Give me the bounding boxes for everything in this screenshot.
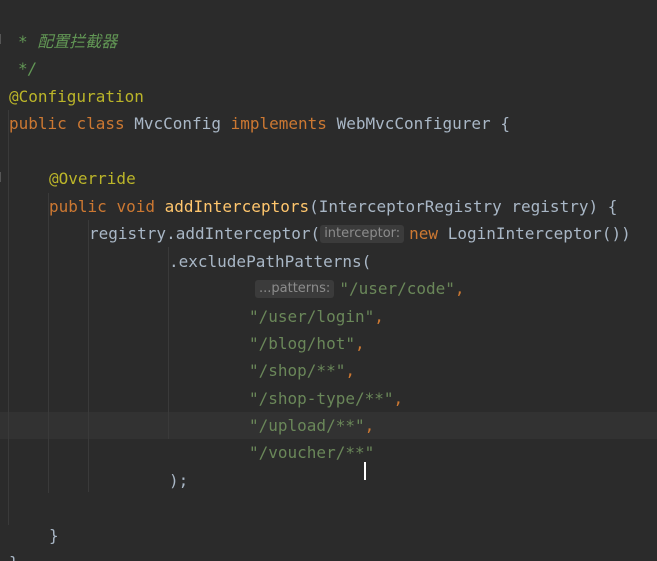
path-line: "/shop-type/**",	[249, 385, 403, 412]
code-line: "/upload/**",	[0, 385, 374, 435]
code-line: "/user/login",	[0, 276, 384, 326]
code-line: );	[0, 440, 188, 490]
path-line: "/blog/hot",	[249, 330, 365, 357]
code-line: @Override	[0, 138, 136, 188]
code-line: }	[0, 522, 39, 561]
comma: ,	[393, 389, 404, 408]
string-literal: "/shop-type/**"	[249, 389, 394, 408]
code-line: "/voucher/** "	[0, 412, 374, 480]
method-params: (InterceptorRegistry registry) {	[309, 197, 618, 216]
string-literal: "/voucher/**	[249, 443, 365, 462]
path-line: "/user/login",	[249, 303, 384, 330]
comma: ,	[374, 307, 384, 326]
exclude-path-call: .excludePathPatterns(	[169, 252, 372, 271]
code-line: public class MvcConfig implements WebMvc…	[0, 83, 510, 133]
comma: ,	[345, 361, 355, 380]
keyword-class: class	[76, 114, 125, 133]
code-line: public void addInterceptors(InterceptorR…	[0, 166, 617, 216]
indent-guide	[48, 193, 49, 493]
method-declaration: public void addInterceptors(InterceptorR…	[49, 193, 617, 220]
keyword-void: void	[116, 197, 155, 216]
add-interceptor-call: registry.addInterceptor(interceptor: new …	[89, 220, 631, 247]
class-close-brace: }	[9, 549, 19, 561]
code-line: "/shop-type/**",	[0, 358, 403, 408]
path-line: "/shop/**",	[249, 357, 355, 384]
code-line: registry.addInterceptor(interceptor: new …	[0, 193, 631, 243]
keyword-public: public	[9, 114, 67, 133]
code-line: @Configuration	[0, 56, 144, 106]
code-line: .excludePathPatterns(	[0, 221, 371, 271]
method-name: addInterceptors	[164, 197, 310, 216]
indent-guide	[168, 247, 169, 439]
annotation-override: @Override	[49, 169, 136, 188]
method-close-brace: }	[49, 526, 59, 545]
string-literal: "/user/login"	[249, 307, 375, 326]
keyword-new: new	[409, 224, 439, 243]
comma: ,	[354, 334, 365, 353]
comma: ,	[364, 416, 375, 435]
string-literal: "/blog/hot"	[249, 334, 355, 353]
path-line: "/voucher/** "	[249, 439, 375, 480]
call-rest: LoginInterceptor())	[447, 224, 631, 243]
call-text: registry.addInterceptor(	[89, 224, 321, 243]
interface-name: WebMvcConfigurer {	[336, 114, 510, 133]
code-line: "/blog/hot",	[0, 303, 365, 353]
code-line: * 配置拦截器	[0, 1, 117, 51]
string-literal: "/upload/**"	[249, 416, 365, 435]
keyword-implements: implements	[230, 114, 327, 133]
code-line: "/shop/**",	[0, 330, 355, 380]
code-line: }	[0, 495, 59, 545]
code-line: */	[0, 28, 39, 78]
code-line: ...patterns: "/user/code",	[0, 248, 465, 298]
parameter-hint: ...patterns:	[255, 280, 335, 298]
keyword-public: public	[49, 197, 107, 216]
string-literal: "/shop/**"	[249, 361, 346, 380]
indent-guide	[88, 220, 89, 492]
comma: ,	[454, 279, 465, 298]
path-line: "/upload/**",	[249, 412, 374, 439]
parameter-hint: interceptor:	[320, 225, 405, 243]
class-declaration: public class MvcConfig implements WebMvc…	[9, 110, 510, 137]
path-line: ...patterns: "/user/code",	[255, 275, 465, 302]
code-editor[interactable]: * 配置拦截器 */ @Configuration public class M…	[0, 0, 657, 561]
class-name: MvcConfig	[134, 114, 221, 133]
string-literal: "/user/code"	[339, 279, 455, 298]
close-paren: );	[169, 471, 189, 490]
string-quote: "	[364, 443, 375, 462]
text-caret	[363, 462, 366, 480]
